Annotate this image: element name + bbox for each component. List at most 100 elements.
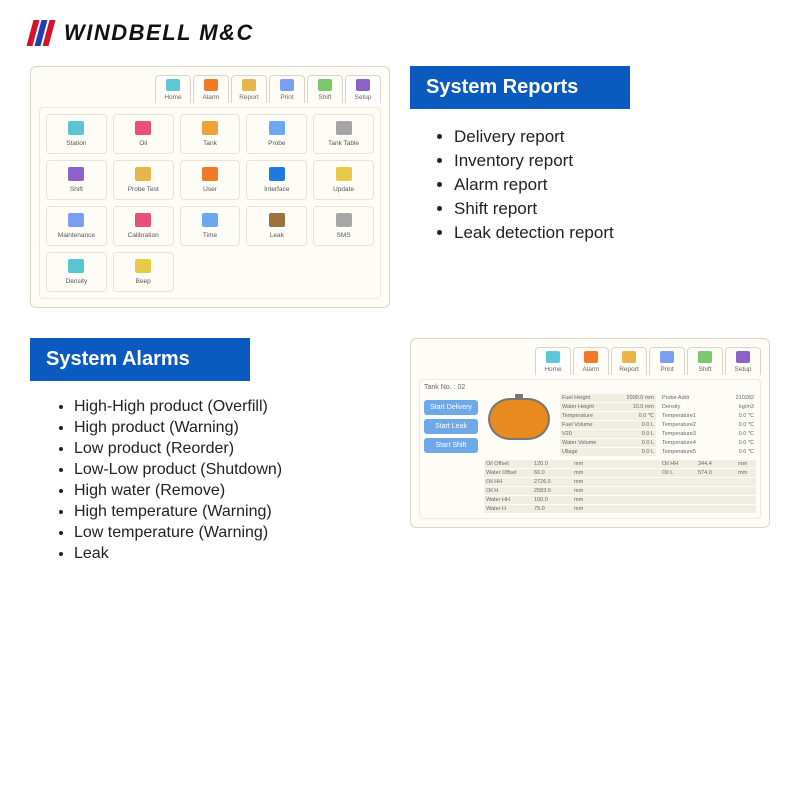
interface-icon	[269, 167, 285, 181]
tab-label: Report	[619, 366, 639, 373]
sms-icon	[336, 213, 352, 227]
tile-label: SMS	[337, 232, 351, 239]
tab-label: Shift	[698, 366, 711, 373]
home-icon	[546, 351, 560, 363]
tank-illustration-icon	[484, 394, 554, 444]
list-item: Leak detection report	[454, 223, 770, 243]
system-alarms-heading: System Alarms	[30, 338, 250, 381]
setup-tile-probe[interactable]: Probe	[246, 114, 307, 154]
setup-tile-tank[interactable]: Tank	[180, 114, 241, 154]
tile-label: Station	[66, 140, 86, 147]
readout-row: Fuel Height2000.0 mm	[560, 394, 656, 402]
time-icon	[202, 213, 218, 227]
tile-label: Calibration	[128, 232, 159, 239]
readout-row: Water Volume0.0 L	[560, 439, 656, 447]
user-icon	[202, 167, 218, 181]
list-item: Delivery report	[454, 127, 770, 147]
setup-tile-maintenance[interactable]: Maintenance	[46, 206, 107, 246]
tab-home[interactable]: Home	[155, 75, 191, 103]
tile-label: Tank	[203, 140, 217, 147]
setup-tile-density[interactable]: Density	[46, 252, 107, 292]
offset-row: Water Offset60.0mmOil L574.0mm	[484, 469, 756, 477]
list-item: Low product (Reorder)	[74, 440, 390, 458]
setup-tile-tank-table[interactable]: Tank Table	[313, 114, 374, 154]
tab-shift[interactable]: Shift	[307, 75, 343, 103]
setup-tile-update[interactable]: Update	[313, 160, 374, 200]
readout-row: Probe Addr210282	[660, 394, 756, 402]
setup-panel: Home AlarmReport Print Shift Setup Station Oi…	[30, 66, 390, 308]
tab-report[interactable]: Report	[611, 347, 647, 375]
home-panel: Home Alarm Report Print Shift Setup Tank No. …	[410, 338, 770, 528]
nav-tabs: Home Alarm Report Print Shift Setup	[419, 347, 761, 375]
alarm-icon	[584, 351, 598, 363]
start-leak-button[interactable]: Start Leak	[424, 419, 478, 434]
tab-label: Setup	[355, 94, 372, 101]
list-item: High temperature (Warning)	[74, 503, 390, 521]
offset-row: Oil Offset120.0mmOil HH344.4mm	[484, 460, 756, 468]
tile-label: Oil	[139, 140, 147, 147]
tile-label: Tank Table	[328, 140, 359, 147]
beep-icon	[135, 259, 151, 273]
setup-tile-station[interactable]: Station	[46, 114, 107, 154]
print-icon	[280, 79, 294, 91]
station-icon	[68, 121, 84, 135]
tab-label: Alarm	[583, 366, 600, 373]
tab-label: Home	[164, 94, 181, 101]
tab-report[interactable]: Report	[231, 75, 267, 103]
setup-tile-interface[interactable]: Interface	[246, 160, 307, 200]
system-alarms-list: High-High product (Overfill)High product…	[30, 398, 390, 563]
tank-number-label: Tank No. : 02	[424, 384, 756, 391]
print-icon	[660, 351, 674, 363]
oil-icon	[135, 121, 151, 135]
tab-alarm[interactable]: Alarm	[573, 347, 609, 375]
probe-test-icon	[135, 167, 151, 181]
setup-tile-user[interactable]: User	[180, 160, 241, 200]
tab-alarm[interactable]: Alarm	[193, 75, 229, 103]
setup-tile-time[interactable]: Time	[180, 206, 241, 246]
tank-number-value: 02	[457, 384, 465, 391]
readout-row: Temperature40.0 ℃	[660, 439, 756, 447]
tab-print[interactable]: Print	[269, 75, 305, 103]
system-reports-list: Delivery reportInventory reportAlarm rep…	[410, 127, 770, 243]
system-reports-heading: System Reports	[410, 66, 630, 109]
setup-tile-probe-test[interactable]: Probe Test	[113, 160, 174, 200]
start-shift-button[interactable]: Start Shift	[424, 438, 478, 453]
tile-label: Probe	[268, 140, 285, 147]
update-icon	[336, 167, 352, 181]
tab-label: Print	[280, 94, 293, 101]
tab-print[interactable]: Print	[649, 347, 685, 375]
setup-tile-oil[interactable]: Oil	[113, 114, 174, 154]
calibration-icon	[135, 213, 151, 227]
tab-setup[interactable]: Setup	[345, 75, 381, 103]
report-icon	[622, 351, 636, 363]
setup-tile-shift[interactable]: Shift	[46, 160, 107, 200]
list-item: High product (Warning)	[74, 419, 390, 437]
maintenance-icon	[68, 213, 84, 227]
tank-readouts: Fuel Height2000.0 mm Probe Addr210282 Wat…	[560, 394, 756, 456]
tab-label: Setup	[735, 366, 752, 373]
setup-tile-sms[interactable]: SMS	[313, 206, 374, 246]
tank-label: Tank No. :	[424, 384, 456, 391]
tile-label: Density	[66, 278, 88, 285]
nav-tabs: Home AlarmReport Print Shift Setup	[39, 75, 381, 103]
setup-icon	[736, 351, 750, 363]
tab-label: Shift	[318, 94, 331, 101]
tank-icon	[202, 121, 218, 135]
offset-table: Oil Offset120.0mmOil HH344.4mmWater Offs…	[484, 460, 756, 513]
tab-setup[interactable]: Setup	[725, 347, 761, 375]
readout-row: Temperature50.0 ℃	[660, 448, 756, 456]
setup-tile-beep[interactable]: Beep	[113, 252, 174, 292]
home-icon	[166, 79, 180, 91]
list-item: High water (Remove)	[74, 482, 390, 500]
setup-tile-leak[interactable]: Leak	[246, 206, 307, 246]
tab-shift[interactable]: Shift	[687, 347, 723, 375]
start-delivery-button[interactable]: Start Delivery	[424, 400, 478, 415]
readout-row: Temperature10.0 ℃	[660, 412, 756, 420]
tile-label: Shift	[70, 186, 83, 193]
report-icon	[242, 79, 256, 91]
tab-home[interactable]: Home	[535, 347, 571, 375]
list-item: Alarm report	[454, 175, 770, 195]
readout-row: Water Height10.0 mm	[560, 403, 656, 411]
tile-label: Leak	[270, 232, 284, 239]
setup-tile-calibration[interactable]: Calibration	[113, 206, 174, 246]
